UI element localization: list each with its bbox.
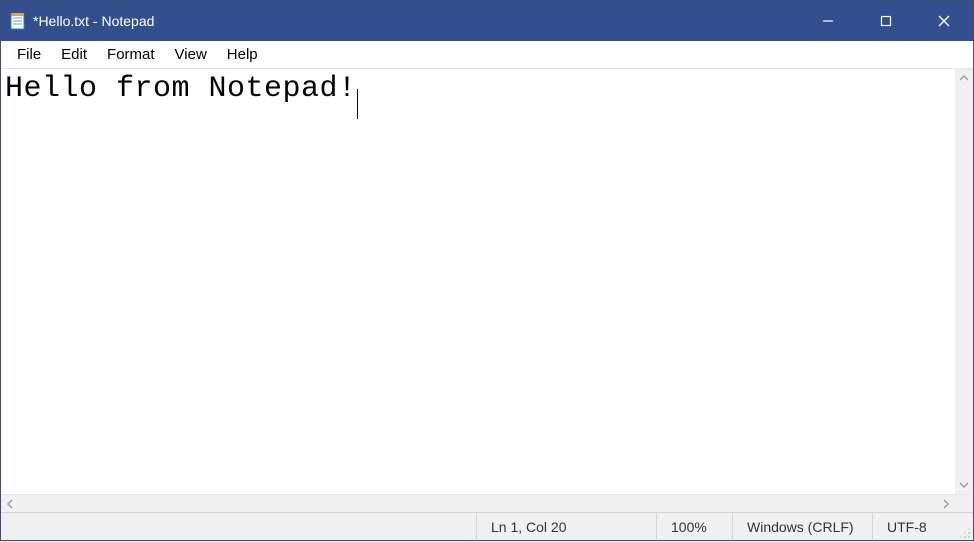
text-content: Hello from Notepad! <box>5 72 357 106</box>
status-encoding: UTF-8 <box>873 513 973 540</box>
editor-area: Hello from Notepad! <box>1 69 973 512</box>
scroll-down-icon[interactable] <box>955 476 973 494</box>
resize-grip-icon[interactable] <box>959 526 971 538</box>
text-caret <box>357 89 359 119</box>
statusbar: Ln 1, Col 20 100% Windows (CRLF) UTF-8 <box>1 512 973 540</box>
scroll-up-icon[interactable] <box>955 69 973 87</box>
status-spacer <box>1 513 477 540</box>
vertical-scrollbar[interactable] <box>955 69 973 494</box>
status-zoom: 100% <box>657 513 733 540</box>
status-cursor-position: Ln 1, Col 20 <box>477 513 657 540</box>
menu-view[interactable]: View <box>165 43 217 66</box>
minimize-button[interactable] <box>799 1 857 41</box>
menu-format[interactable]: Format <box>97 43 165 66</box>
window-title: *Hello.txt - Notepad <box>33 13 154 29</box>
text-editor[interactable]: Hello from Notepad! <box>1 69 973 494</box>
status-encoding-label: UTF-8 <box>887 519 927 535</box>
scroll-left-icon[interactable] <box>1 495 19 513</box>
maximize-button[interactable] <box>857 1 915 41</box>
close-button[interactable] <box>915 1 973 41</box>
scroll-right-icon[interactable] <box>937 495 955 513</box>
notepad-window: *Hello.txt - Notepad File Edit Format Vi… <box>0 0 974 541</box>
menubar: File Edit Format View Help <box>1 41 973 69</box>
menu-file[interactable]: File <box>7 43 51 66</box>
window-controls <box>799 1 973 41</box>
titlebar[interactable]: *Hello.txt - Notepad <box>1 1 973 41</box>
menu-edit[interactable]: Edit <box>51 43 97 66</box>
status-line-ending: Windows (CRLF) <box>733 513 873 540</box>
horizontal-scrollbar[interactable] <box>1 494 973 512</box>
notepad-icon <box>9 12 27 30</box>
menu-help[interactable]: Help <box>217 43 268 66</box>
